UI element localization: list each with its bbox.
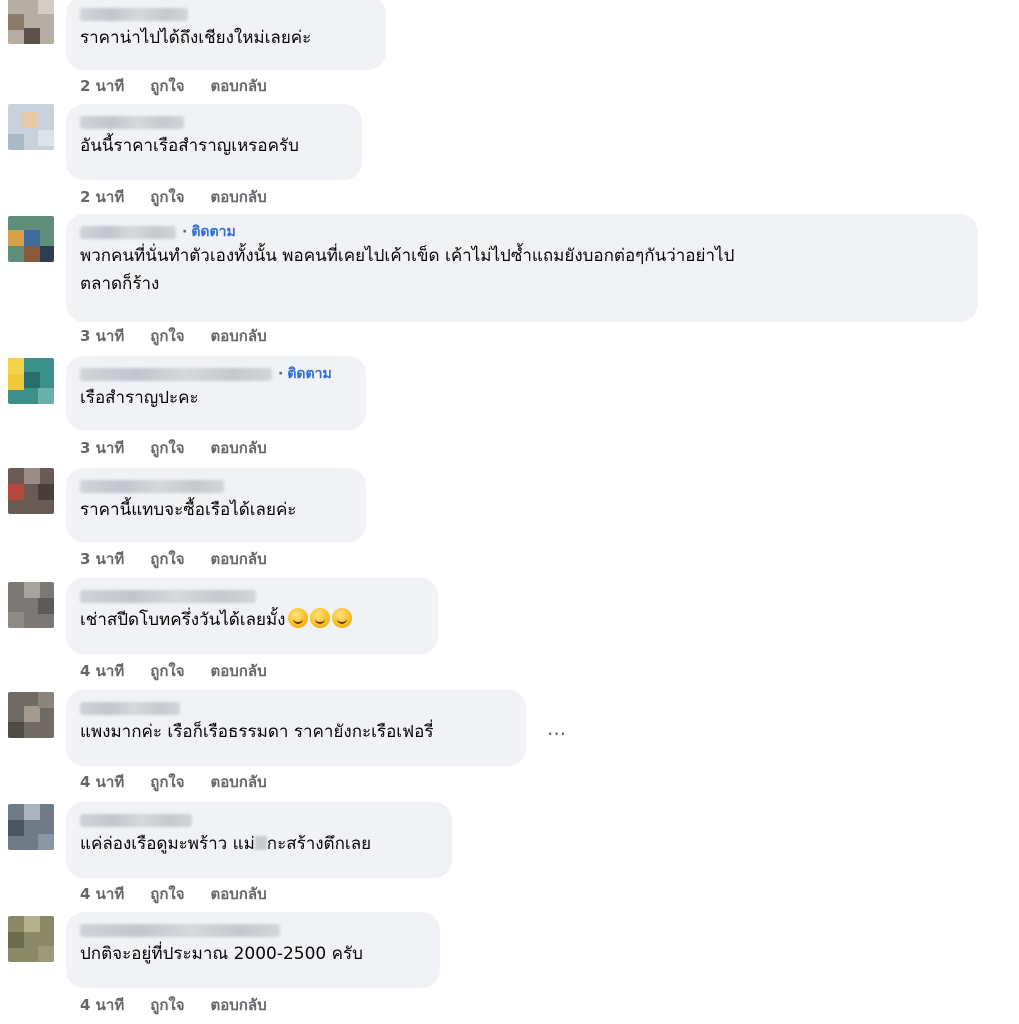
reply-button[interactable]: ตอบกลับ xyxy=(211,993,267,1017)
comment-text-part: กะสร้างตึกเลย xyxy=(266,834,372,854)
like-button[interactable]: ถูกใจ xyxy=(150,185,184,209)
commenter-name-redacted[interactable] xyxy=(80,115,184,129)
comment-bubble: ราคานี้แทบจะซื้อเรือได้เลยค่ะ xyxy=(66,468,366,542)
comment-bubble: ปกติจะอยู่ที่ประมาณ 2000-2500 ครับ xyxy=(66,912,440,988)
comment-text: ราคาน่าไปได้ถึงเชียงใหม่เลยค่ะ xyxy=(80,28,312,48)
like-button[interactable]: ถูกใจ xyxy=(150,74,184,98)
comment-time[interactable]: 2 นาที xyxy=(80,74,124,98)
comment-time[interactable]: 4 นาที xyxy=(80,770,124,794)
commenter-name-row: · ติดตาม xyxy=(80,222,964,242)
comment-actions: 2 นาที ถูกใจ ตอบกลับ xyxy=(80,185,267,209)
avatar[interactable] xyxy=(8,0,54,44)
commenter-name-redacted[interactable] xyxy=(80,479,224,493)
commenter-name-row xyxy=(80,4,372,24)
commenter-name-row xyxy=(80,810,438,830)
like-button[interactable]: ถูกใจ xyxy=(150,770,184,794)
separator-dot: · xyxy=(182,224,188,240)
comment-text: เรือสำราญปะคะ xyxy=(80,388,199,408)
comment-time[interactable]: 4 นาที xyxy=(80,882,124,906)
comment-actions: 4 นาที ถูกใจ ตอบกลับ xyxy=(80,770,267,794)
comment-text: แค่ล่องเรือดูมะพร้าว แม่ กะสร้างตึกเลย xyxy=(80,830,438,858)
avatar[interactable] xyxy=(8,216,54,262)
avatar[interactable] xyxy=(8,104,54,150)
avatar[interactable] xyxy=(8,916,54,962)
comment-text-content: เช่าสปีดโบทครึ่งวันได้เลยมั้ง xyxy=(80,610,286,630)
like-button[interactable]: ถูกใจ xyxy=(150,324,184,348)
like-button[interactable]: ถูกใจ xyxy=(150,436,184,460)
comment-bubble: · ติดตาม พวกคนที่นั่นทำตัวเองทั้งนั้น พอค… xyxy=(66,214,978,322)
commenter-name-row xyxy=(80,698,512,718)
redacted-word xyxy=(254,836,267,850)
comment-bubble: ราคาน่าไปได้ถึงเชียงใหม่เลยค่ะ xyxy=(66,0,386,70)
like-button[interactable]: ถูกใจ xyxy=(150,993,184,1017)
comment-actions: 3 นาที ถูกใจ ตอบกลับ xyxy=(80,547,267,571)
comment-text: แพงมากค่ะ เรือก็เรือธรรมดา ราคายังกะเรือ… xyxy=(80,722,434,742)
comment-text: อันนี้ราคาเรือสำราญเหรอครับ xyxy=(80,136,299,156)
commenter-name-row xyxy=(80,586,424,606)
comment-time[interactable]: 3 นาที xyxy=(80,436,124,460)
comment-actions: 3 นาที ถูกใจ ตอบกลับ xyxy=(80,324,267,348)
commenter-name-redacted[interactable] xyxy=(80,813,192,827)
commenter-name-redacted[interactable] xyxy=(80,225,176,239)
comment-text: ปกติจะอยู่ที่ประมาณ 2000-2500 ครับ xyxy=(80,944,363,964)
grinning-face-emoji-icon xyxy=(309,608,330,628)
comment-time[interactable]: 2 นาที xyxy=(80,185,124,209)
reply-button[interactable]: ตอบกลับ xyxy=(211,659,267,683)
comment-text: ราคานี้แทบจะซื้อเรือได้เลยค่ะ xyxy=(80,500,297,520)
avatar[interactable] xyxy=(8,468,54,514)
commenter-name-row xyxy=(80,112,348,132)
commenter-name-redacted[interactable] xyxy=(80,589,256,603)
follow-button[interactable]: · ติดตาม xyxy=(278,363,332,385)
comment-bubble: อันนี้ราคาเรือสำราญเหรอครับ xyxy=(66,104,362,180)
comment-bubble: · ติดตาม เรือสำราญปะคะ xyxy=(66,356,366,430)
avatar[interactable] xyxy=(8,582,54,628)
commenter-name-redacted[interactable] xyxy=(80,7,188,21)
comment-text-part: แค่ล่องเรือดูมะพร้าว แม่ xyxy=(80,834,255,854)
like-button[interactable]: ถูกใจ xyxy=(150,882,184,906)
reply-button[interactable]: ตอบกลับ xyxy=(211,185,267,209)
comment-bubble: เช่าสปีดโบทครึ่งวันได้เลยมั้ง xyxy=(66,578,438,654)
commenter-name-redacted[interactable] xyxy=(80,923,280,937)
grinning-face-emoji-icon xyxy=(287,608,308,628)
commenter-name-row xyxy=(80,920,426,940)
reply-button[interactable]: ตอบกลับ xyxy=(211,74,267,98)
comment-time[interactable]: 3 นาที xyxy=(80,547,124,571)
comment-time[interactable]: 4 นาที xyxy=(80,993,124,1017)
reply-button[interactable]: ตอบกลับ xyxy=(211,770,267,794)
avatar[interactable] xyxy=(8,692,54,738)
comment-text: พวกคนที่นั่นทำตัวเองทั้งนั้น พอคนที่เคยไ… xyxy=(80,246,735,294)
grinning-face-emoji-icon xyxy=(331,608,352,628)
comment-bubble: แพงมากค่ะ เรือก็เรือธรรมดา ราคายังกะเรือ… xyxy=(66,690,526,766)
comment-text: เช่าสปีดโบทครึ่งวันได้เลยมั้ง xyxy=(80,606,424,634)
like-button[interactable]: ถูกใจ xyxy=(150,659,184,683)
commenter-name-row xyxy=(80,476,352,496)
avatar[interactable] xyxy=(8,358,54,404)
reply-button[interactable]: ตอบกลับ xyxy=(211,547,267,571)
commenter-name-redacted[interactable] xyxy=(80,367,272,381)
commenter-name-row: · ติดตาม xyxy=(80,364,352,384)
comment-time[interactable]: 3 นาที xyxy=(80,324,124,348)
separator-dot: · xyxy=(278,366,284,382)
comment-actions: 4 นาที ถูกใจ ตอบกลับ xyxy=(80,659,267,683)
reply-button[interactable]: ตอบกลับ xyxy=(211,882,267,906)
avatar[interactable] xyxy=(8,804,54,850)
reply-button[interactable]: ตอบกลับ xyxy=(211,324,267,348)
comment-actions: 4 นาที ถูกใจ ตอบกลับ xyxy=(80,882,267,906)
comment-actions: 3 นาที ถูกใจ ตอบกลับ xyxy=(80,436,267,460)
comment-actions: 2 นาที ถูกใจ ตอบกลับ xyxy=(80,74,267,98)
reply-button[interactable]: ตอบกลับ xyxy=(211,436,267,460)
comment-actions: 4 นาที ถูกใจ ตอบกลับ xyxy=(80,993,267,1017)
commenter-name-redacted[interactable] xyxy=(80,701,180,715)
more-options-button[interactable]: ... xyxy=(547,716,566,740)
comment-bubble: แค่ล่องเรือดูมะพร้าว แม่ กะสร้างตึกเลย xyxy=(66,802,452,878)
like-button[interactable]: ถูกใจ xyxy=(150,547,184,571)
comment-time[interactable]: 4 นาที xyxy=(80,659,124,683)
follow-button[interactable]: · ติดตาม xyxy=(182,221,236,243)
